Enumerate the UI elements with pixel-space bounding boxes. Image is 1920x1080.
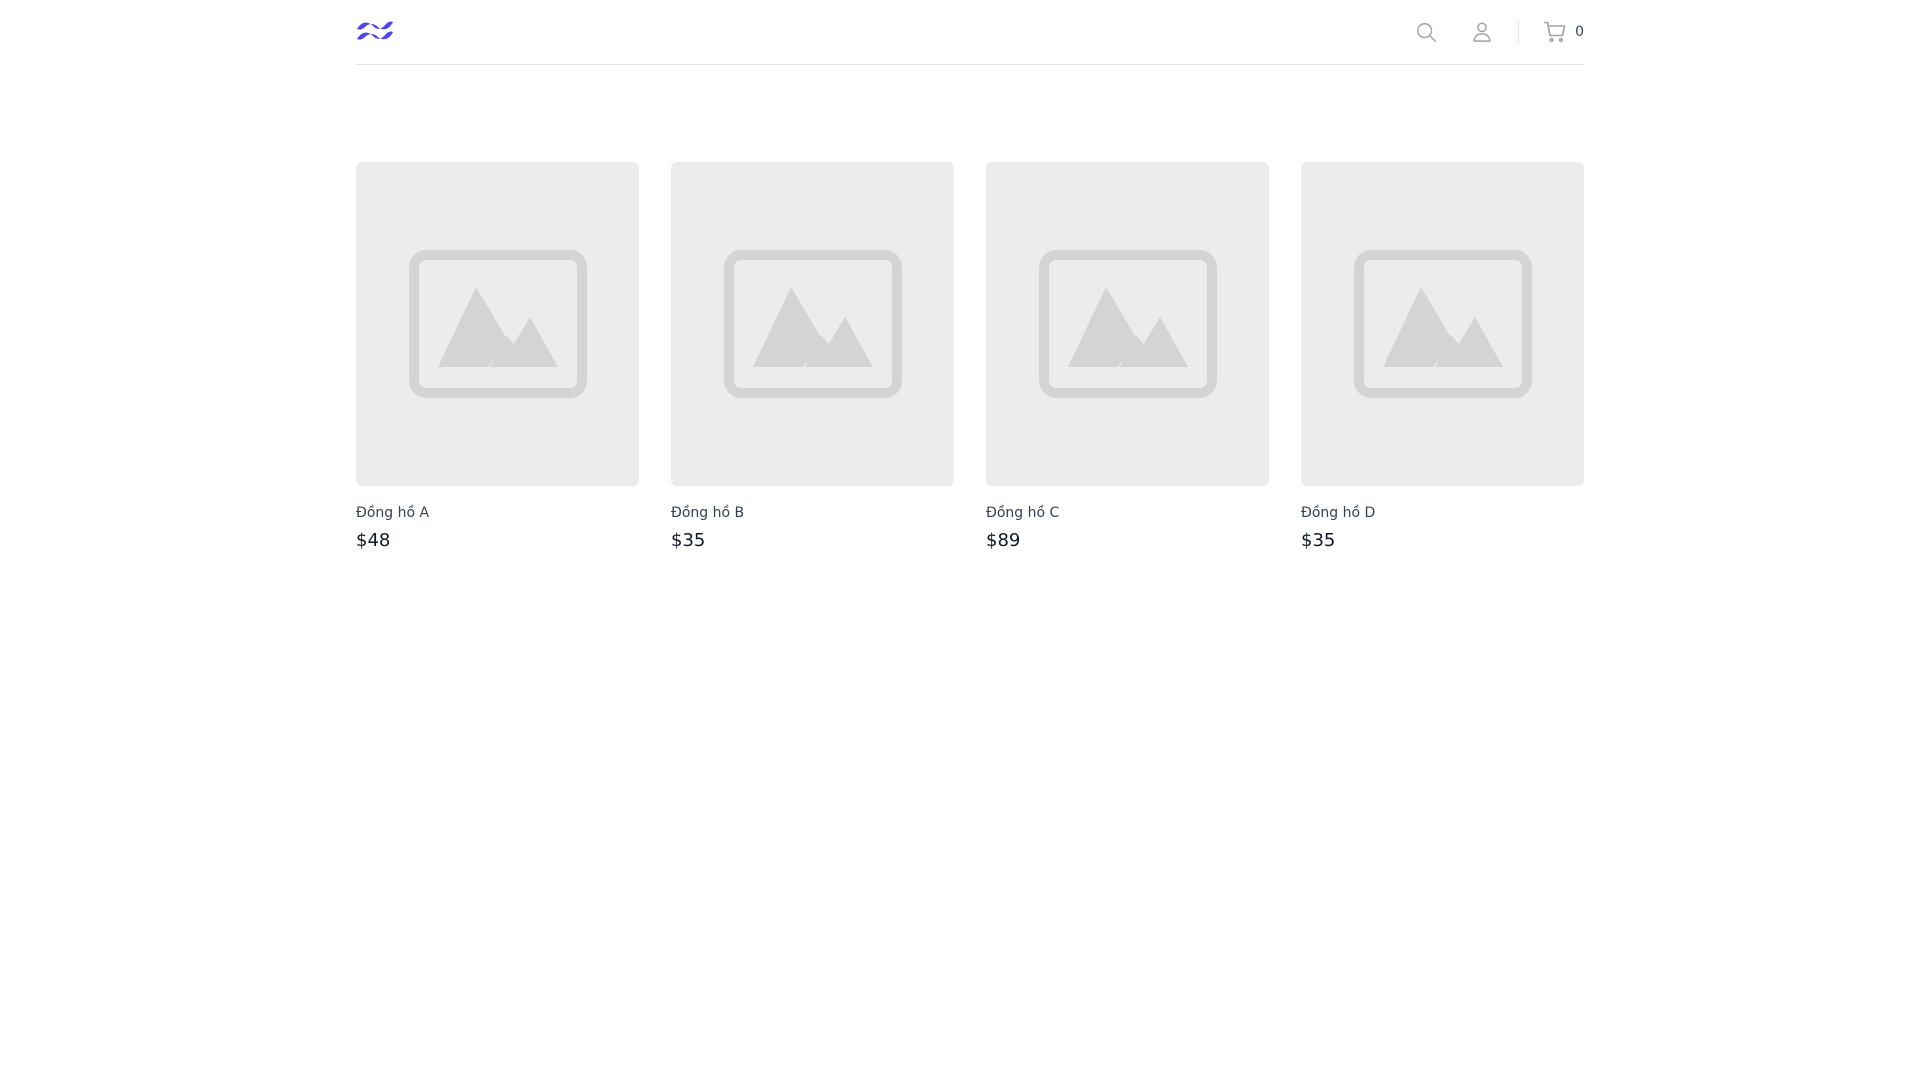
product-price: $48 (356, 530, 391, 551)
product-image[interactable] (986, 162, 1269, 486)
product-price: $35 (671, 530, 706, 551)
product-card[interactable]: Đồng hồ D $35 (1301, 162, 1584, 553)
product-name[interactable]: Đồng hồ A (356, 503, 639, 523)
cart-count: 0 (1575, 24, 1584, 40)
image-placeholder-icon (723, 250, 902, 398)
account-button[interactable] (1470, 20, 1494, 44)
search-icon (1417, 23, 1436, 42)
product-name[interactable]: Đồng hồ C (986, 503, 1269, 523)
page-container: 0 Đồng hồ A $48 Đồng hồ B $35 Đồng hồ C … (356, 0, 1584, 551)
site-header: 0 (356, 0, 1584, 65)
logo-link[interactable] (356, 20, 394, 44)
cart-button[interactable]: 0 (1543, 20, 1584, 44)
image-placeholder-icon (1038, 250, 1217, 398)
shopping-cart-icon (1543, 21, 1566, 43)
product-grid: Đồng hồ A $48 Đồng hồ B $35 Đồng hồ C $8… (356, 162, 1584, 553)
header-actions: 0 (1414, 0, 1584, 64)
product-card[interactable]: Đồng hồ B $35 (671, 162, 954, 553)
product-price: $35 (1301, 530, 1336, 551)
image-placeholder-icon (1353, 250, 1532, 398)
product-image[interactable] (671, 162, 954, 486)
product-card[interactable]: Đồng hồ C $89 (986, 162, 1269, 553)
product-image[interactable] (1301, 162, 1584, 486)
header-divider (1518, 20, 1520, 44)
user-icon (1473, 22, 1491, 42)
product-price: $89 (986, 530, 1021, 551)
product-name[interactable]: Đồng hồ B (671, 503, 954, 523)
image-placeholder-icon (408, 250, 587, 398)
product-image[interactable] (356, 162, 639, 486)
product-card[interactable]: Đồng hồ A $48 (356, 162, 639, 553)
product-name[interactable]: Đồng hồ D (1301, 503, 1584, 523)
search-button[interactable] (1414, 20, 1438, 44)
logo-icon (357, 21, 393, 40)
